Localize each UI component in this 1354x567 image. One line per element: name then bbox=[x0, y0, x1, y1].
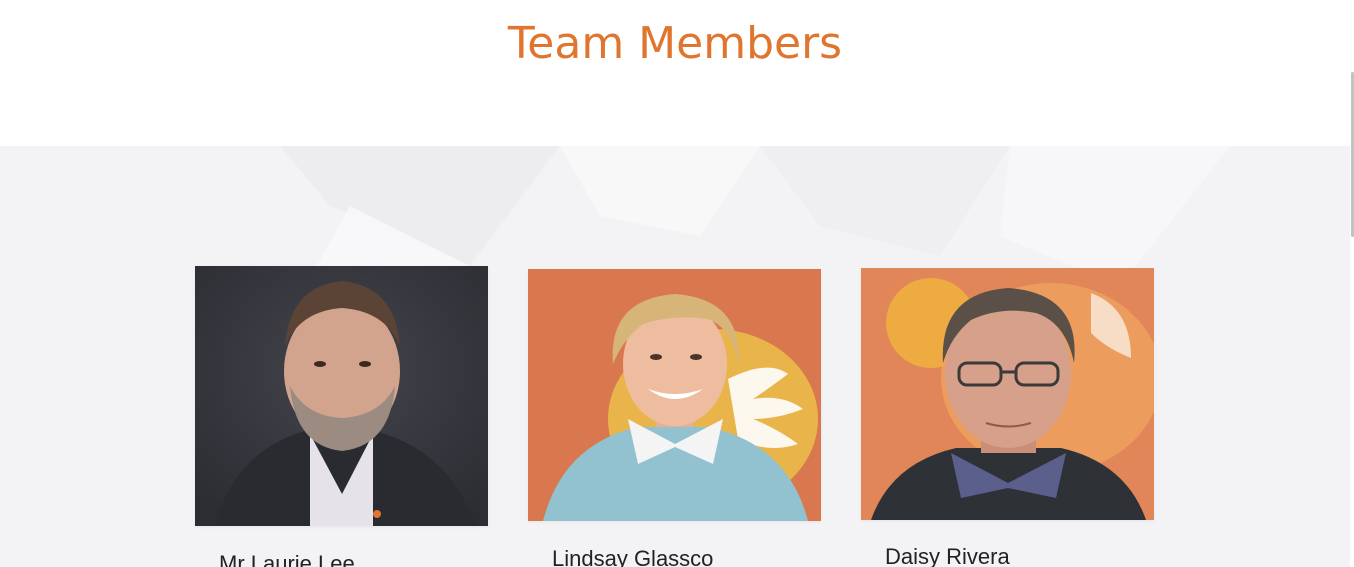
member-name[interactable]: Daisy Rivera bbox=[885, 544, 1010, 567]
member-photo bbox=[861, 268, 1154, 520]
team-page: Team Members Mr Laurie Lee Lindsay Glass… bbox=[0, 0, 1354, 567]
team-member-card[interactable]: Lindsay Glassco bbox=[528, 269, 821, 567]
header-band: Team Members bbox=[0, 0, 1350, 146]
member-name[interactable]: Lindsay Glassco bbox=[552, 546, 713, 567]
team-member-card[interactable]: Daisy Rivera bbox=[861, 268, 1154, 567]
member-name[interactable]: Mr Laurie Lee bbox=[219, 551, 355, 567]
member-photo bbox=[195, 266, 488, 526]
team-member-card[interactable]: Mr Laurie Lee bbox=[195, 266, 488, 567]
member-photo bbox=[528, 269, 821, 521]
team-section: Mr Laurie Lee Lindsay Glassco Daisy Rive… bbox=[0, 146, 1350, 567]
section-title: Team Members bbox=[507, 18, 843, 69]
